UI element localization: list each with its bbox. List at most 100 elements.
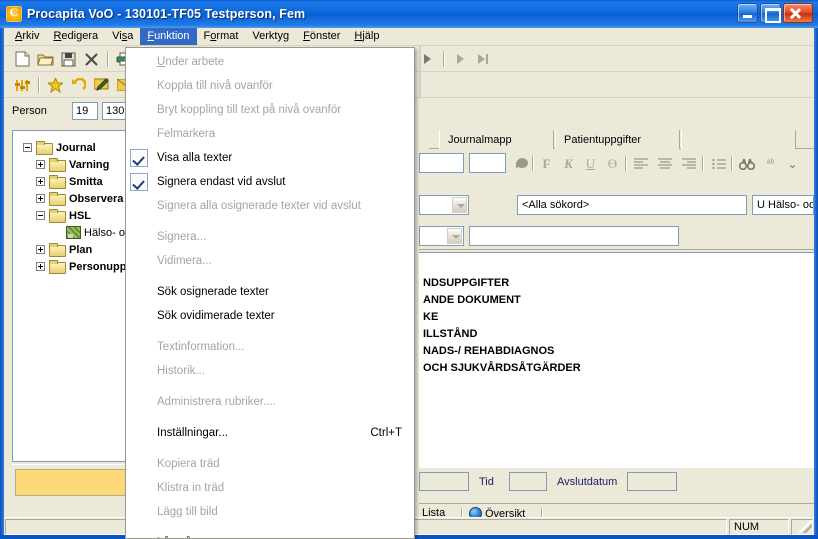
bullet-list-icon[interactable] bbox=[709, 154, 728, 173]
tree-item-journal[interactable]: Journal bbox=[19, 139, 133, 156]
keyword-combo[interactable]: <Alla sökord> bbox=[517, 195, 747, 215]
highlighted-field[interactable] bbox=[15, 469, 130, 496]
title-bar[interactable]: Procapita VoO - 130101-TF05 Testperson, … bbox=[0, 0, 818, 28]
find-binoculars-icon[interactable] bbox=[737, 154, 756, 173]
menuitem-shortcut: Ctrl+T bbox=[370, 427, 402, 439]
menu-hjalp[interactable]: Hjälp bbox=[347, 28, 386, 45]
tree-item-plan[interactable]: Plan bbox=[19, 241, 133, 258]
open-folder-icon[interactable] bbox=[35, 49, 56, 69]
expand-expander-icon[interactable] bbox=[36, 160, 45, 169]
time-field[interactable] bbox=[509, 472, 547, 491]
type-combo[interactable] bbox=[469, 226, 679, 246]
expand-expander-icon[interactable] bbox=[36, 262, 45, 271]
menuitem-felmarkera[interactable]: Felmarkera bbox=[126, 122, 414, 146]
tree-item-personuppgifter[interactable]: Personupp bbox=[19, 258, 133, 275]
last-record-icon[interactable] bbox=[473, 49, 494, 69]
person-label: Person bbox=[12, 105, 47, 117]
font-family-combo[interactable] bbox=[419, 153, 464, 173]
bold-icon[interactable]: F bbox=[537, 154, 556, 173]
funktion-dropdown-menu[interactable]: Under arbete Koppla till nivå ovanför Br… bbox=[125, 47, 415, 539]
minimize-button[interactable] bbox=[737, 3, 758, 23]
menuitem-sok-ovidimerade-texter[interactable]: Sök ovidimerade texter bbox=[126, 304, 414, 328]
spellcheck-icon[interactable]: ᵃᵇ bbox=[761, 154, 780, 173]
tree-item-halso[interactable]: Hälso- oc bbox=[19, 224, 133, 241]
undo-icon[interactable] bbox=[68, 75, 89, 95]
menu-visa[interactable]: Visa bbox=[105, 28, 140, 45]
highlight-color-icon[interactable] bbox=[512, 154, 531, 173]
journal-tree-panel[interactable]: Journal Varning Smitta Observera HSL Häl… bbox=[12, 130, 134, 462]
person-century-field[interactable]: 19 bbox=[72, 102, 98, 120]
expand-icon[interactable]: ⌄ bbox=[783, 154, 802, 173]
menuitem-administrera-rubriker[interactable]: Administrera rubriker.... bbox=[126, 390, 414, 414]
menuitem-koppla-till-niva-ovanfor[interactable]: Koppla till nivå ovanför bbox=[126, 74, 414, 98]
tab-patientuppgifter[interactable]: Patientuppgifter bbox=[555, 130, 680, 149]
font-size-combo[interactable] bbox=[469, 153, 506, 173]
menuitem-signera-endast-vid-avslut[interactable]: Signera endast vid avslut bbox=[126, 170, 414, 194]
close-button[interactable] bbox=[783, 3, 813, 23]
menuitem-signera-alla-osignerade[interactable]: Signera alla osignerade texter vid avslu… bbox=[126, 194, 414, 218]
menuitem-textinformation[interactable]: Textinformation... bbox=[126, 335, 414, 359]
menuitem-vidimera[interactable]: Vidimera... bbox=[126, 249, 414, 273]
checkmark-icon bbox=[130, 173, 148, 191]
tree-item-label: HSL bbox=[69, 209, 91, 222]
tab-journalmapp[interactable]: Journalmapp bbox=[439, 130, 554, 149]
unit-combo[interactable]: U Hälso- oc bbox=[752, 195, 814, 215]
favorite-star-icon[interactable] bbox=[45, 75, 66, 95]
expand-expander-icon[interactable] bbox=[36, 177, 45, 186]
align-right-icon[interactable] bbox=[679, 154, 698, 173]
menuitem-installningar[interactable]: Inställningar... Ctrl+T bbox=[126, 421, 414, 445]
sign-icon[interactable] bbox=[91, 75, 112, 95]
expand-expander-icon[interactable] bbox=[36, 245, 45, 254]
menu-arkiv[interactable]: Arkiv bbox=[8, 28, 46, 45]
menuitem-visa-alla-texter[interactable]: Visa alla texter bbox=[126, 146, 414, 170]
underline-icon[interactable]: U bbox=[581, 154, 600, 173]
menuitem-label: Koppla till nivå ovanför bbox=[157, 80, 273, 92]
tree-item-observera[interactable]: Observera bbox=[19, 190, 133, 207]
document-text-view[interactable]: NDSUPPGIFTER ANDE DOKUMENT KE ILLSTÅND N… bbox=[419, 252, 814, 467]
date-field[interactable] bbox=[419, 472, 469, 491]
menuitem-klistra-in-trad[interactable]: Klistra in träd bbox=[126, 476, 414, 500]
bottom-form-row: Tid Avslutdatum bbox=[419, 467, 814, 497]
scope-combo[interactable] bbox=[419, 195, 469, 215]
menuitem-sok-osignerade-texter[interactable]: Sök osignerade texter bbox=[126, 280, 414, 304]
save-icon[interactable] bbox=[58, 49, 79, 69]
menuitem-lat-sta[interactable]: Låt stå bbox=[126, 531, 414, 538]
align-left-icon[interactable] bbox=[631, 154, 650, 173]
tree-item-varning[interactable]: Varning bbox=[19, 156, 133, 173]
tree-item-label: Journal bbox=[56, 141, 96, 154]
menu-fonster[interactable]: Fönster bbox=[296, 28, 347, 45]
tree-item-label: Plan bbox=[69, 243, 93, 256]
menuitem-historik[interactable]: Historik... bbox=[126, 359, 414, 383]
chevron-down-icon[interactable] bbox=[447, 228, 462, 244]
collapse-expander-icon[interactable] bbox=[36, 211, 45, 220]
align-center-icon[interactable] bbox=[655, 154, 674, 173]
document-line: ILLSTÅND bbox=[423, 328, 478, 340]
menu-redigera[interactable]: Redigera bbox=[46, 28, 105, 45]
resize-grip-icon[interactable] bbox=[799, 520, 812, 533]
chevron-down-icon[interactable] bbox=[452, 197, 467, 213]
menuitem-lagg-till-bild[interactable]: Lägg till bild bbox=[126, 500, 414, 524]
tab-empty[interactable] bbox=[681, 130, 796, 149]
strikethrough-icon[interactable]: Ө bbox=[603, 154, 622, 173]
delete-icon[interactable] bbox=[81, 49, 102, 69]
collapse-expander-icon[interactable] bbox=[23, 143, 32, 152]
menuitem-kopiera-trad[interactable]: Kopiera träd bbox=[126, 452, 414, 476]
filter-icon[interactable] bbox=[12, 75, 33, 95]
enddate-field[interactable] bbox=[627, 472, 677, 491]
status-badge: NUM bbox=[729, 519, 789, 535]
italic-icon[interactable]: K bbox=[559, 154, 578, 173]
tree-item-hsl[interactable]: HSL bbox=[19, 207, 133, 224]
menuitem-bryt-koppling[interactable]: Bryt koppling till text på nivå ovanför bbox=[126, 98, 414, 122]
maximize-button[interactable] bbox=[760, 3, 781, 23]
menuitem-under-arbete[interactable]: Under arbete bbox=[126, 50, 414, 74]
menu-verktyg[interactable]: Verktyg bbox=[245, 28, 296, 45]
menu-funktion[interactable]: Funktion bbox=[140, 28, 197, 45]
next-record-2-icon[interactable] bbox=[450, 49, 471, 69]
type-scope-combo[interactable] bbox=[419, 226, 464, 246]
menuitem-signera[interactable]: Signera... bbox=[126, 225, 414, 249]
tree-item-smitta[interactable]: Smitta bbox=[19, 173, 133, 190]
expand-expander-icon[interactable] bbox=[36, 194, 45, 203]
folder-icon bbox=[49, 158, 66, 172]
menu-format[interactable]: Format bbox=[197, 28, 246, 45]
new-document-icon[interactable] bbox=[12, 49, 33, 69]
